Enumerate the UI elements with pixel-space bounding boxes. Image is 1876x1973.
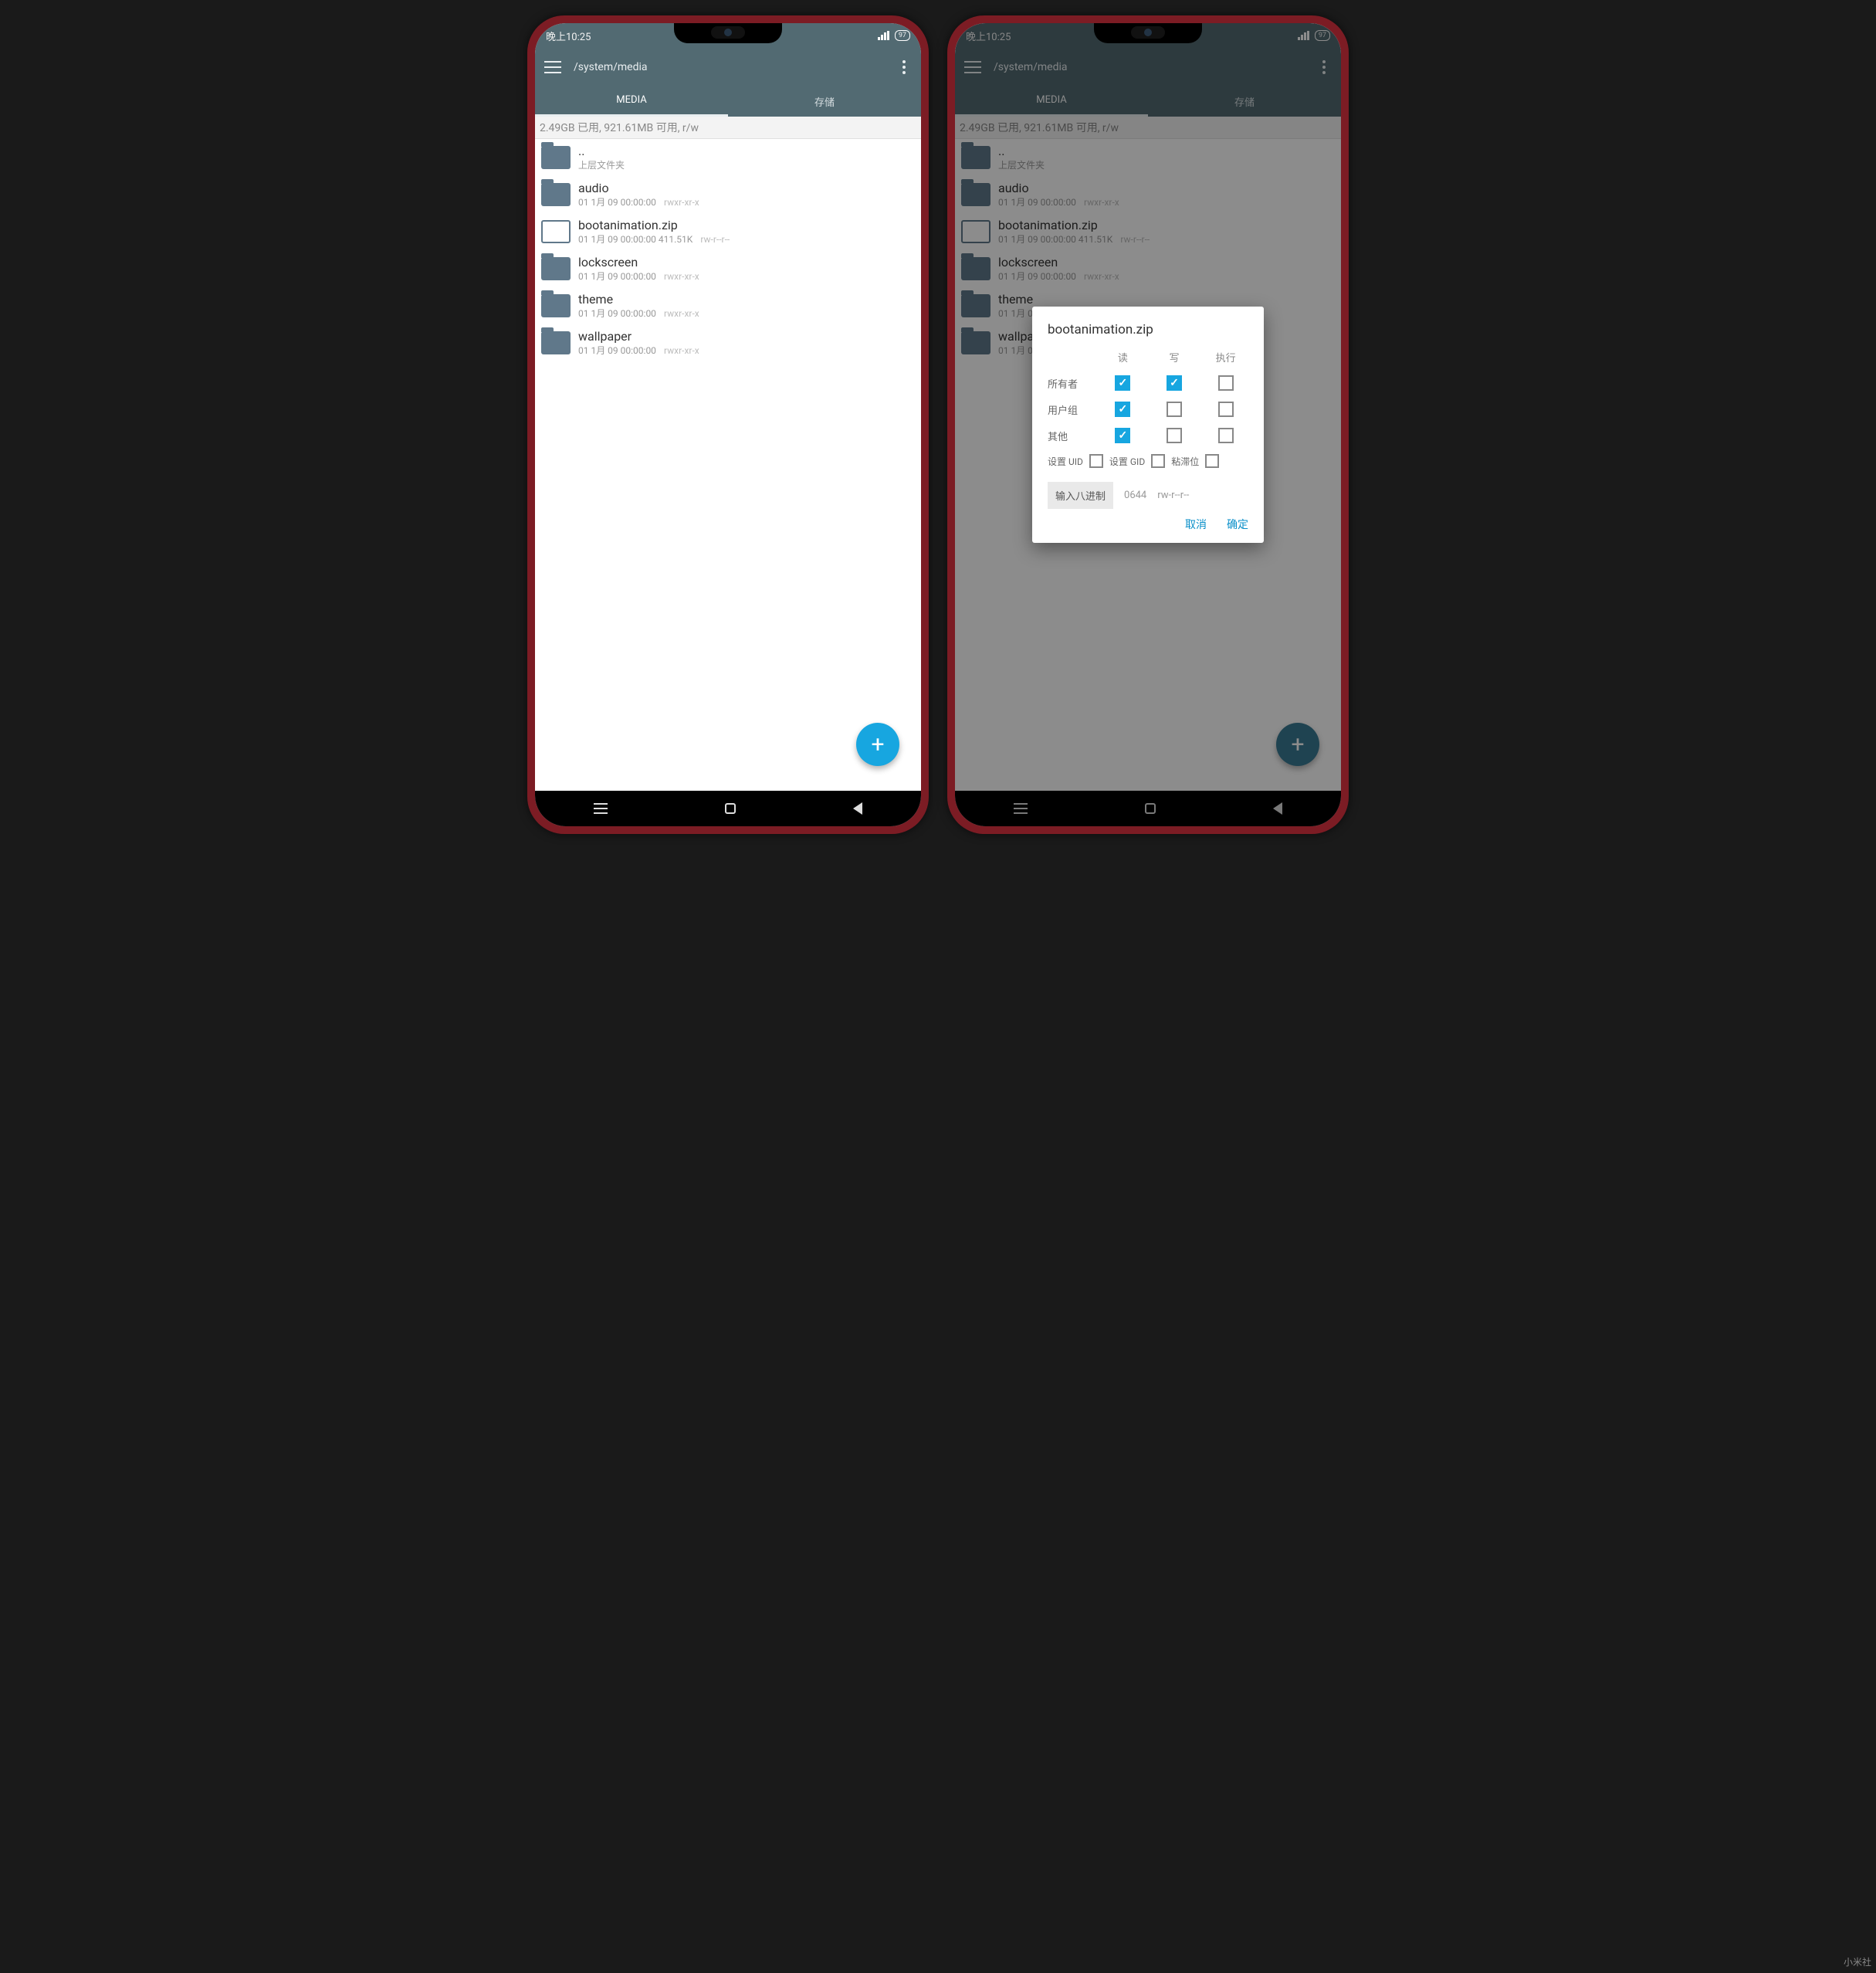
octal-input-button[interactable]: 输入八进制 <box>1048 482 1113 509</box>
perm-checkbox[interactable] <box>1115 375 1130 391</box>
android-navbar <box>535 791 921 826</box>
perm-header: 读 <box>1100 350 1146 364</box>
item-name: .. <box>578 144 915 158</box>
file-icon <box>541 220 571 243</box>
perm-checkbox[interactable] <box>1115 428 1130 443</box>
item-sub: 01 1月 09 00:00:00rwxr-xr-x <box>578 307 915 320</box>
file-list[interactable]: ..上层文件夹audio01 1月 09 00:00:00rwxr-xr-xbo… <box>535 139 921 791</box>
flag-sticky-label: 粘滞位 <box>1171 455 1199 468</box>
flag-uid-checkbox[interactable] <box>1089 454 1103 468</box>
list-item[interactable]: ..上层文件夹 <box>535 139 921 176</box>
phone-left: 晚上10:25 97 /system/media MEDIA 存储 2.49GB… <box>527 15 929 834</box>
perm-row-label: 所有者 <box>1048 376 1094 391</box>
perm-row-label: 其他 <box>1048 429 1094 443</box>
status-time: 晚上10:25 <box>546 29 591 43</box>
ok-button[interactable]: 确定 <box>1227 517 1248 532</box>
item-sub: 01 1月 09 00:00:00rwxr-xr-x <box>578 195 915 208</box>
tab-storage[interactable]: 存储 <box>728 86 921 117</box>
menu-icon[interactable] <box>544 61 561 73</box>
list-item[interactable]: bootanimation.zip01 1月 09 00:00:00 411.5… <box>535 213 921 250</box>
folder-icon <box>541 183 571 206</box>
item-sub: 上层文件夹 <box>578 158 915 171</box>
perm-header: 写 <box>1152 350 1197 364</box>
perm-checkbox[interactable] <box>1218 375 1234 391</box>
phone-right: 晚上10:25 97 /system/media MEDIA 存储 2.49GB… <box>947 15 1349 834</box>
perm-checkbox[interactable] <box>1218 402 1234 417</box>
item-name: audio <box>578 181 915 195</box>
nav-back[interactable] <box>853 802 862 815</box>
item-sub: 01 1月 09 00:00:00 411.51Krw-r--r-- <box>578 232 915 246</box>
flag-sticky-checkbox[interactable] <box>1205 454 1219 468</box>
battery-indicator: 97 <box>895 30 910 41</box>
octal-perm-string: rw-r--r-- <box>1157 490 1189 501</box>
nav-recent[interactable] <box>594 808 608 809</box>
folder-icon <box>541 294 571 317</box>
perm-row-label: 用户组 <box>1048 402 1094 417</box>
dialog-title: bootanimation.zip <box>1048 322 1248 337</box>
permissions-dialog: bootanimation.zip 读写执行所有者用户组其他 设置 UID 设置… <box>1032 307 1264 543</box>
perm-checkbox[interactable] <box>1167 375 1182 391</box>
item-sub: 01 1月 09 00:00:00rwxr-xr-x <box>578 344 915 357</box>
nav-home[interactable] <box>725 803 736 814</box>
cancel-button[interactable]: 取消 <box>1185 517 1207 532</box>
item-name: lockscreen <box>578 255 915 270</box>
list-item[interactable]: wallpaper01 1月 09 00:00:00rwxr-xr-x <box>535 324 921 361</box>
item-sub: 01 1月 09 00:00:00rwxr-xr-x <box>578 270 915 283</box>
fab-add[interactable]: + <box>856 723 899 766</box>
item-name: wallpaper <box>578 329 915 344</box>
more-icon[interactable] <box>896 60 912 74</box>
folder-icon <box>541 146 571 169</box>
signal-icon <box>878 31 890 40</box>
perm-checkbox[interactable] <box>1167 428 1182 443</box>
flag-uid-label: 设置 UID <box>1048 455 1083 468</box>
octal-value: 0644 <box>1124 490 1146 501</box>
perm-checkbox[interactable] <box>1167 402 1182 417</box>
perm-checkbox[interactable] <box>1218 428 1234 443</box>
perm-header: 执行 <box>1203 350 1248 364</box>
list-item[interactable]: theme01 1月 09 00:00:00rwxr-xr-x <box>535 287 921 324</box>
modal-overlay[interactable]: bootanimation.zip 读写执行所有者用户组其他 设置 UID 设置… <box>955 23 1341 826</box>
item-name: theme <box>578 292 915 307</box>
folder-icon <box>541 331 571 354</box>
perm-checkbox[interactable] <box>1115 402 1130 417</box>
flag-gid-checkbox[interactable] <box>1151 454 1165 468</box>
path-title: /system/media <box>574 61 884 73</box>
folder-icon <box>541 257 571 280</box>
item-name: bootanimation.zip <box>578 218 915 232</box>
watermark: 小米社 <box>1844 1955 1871 1968</box>
permissions-grid: 读写执行所有者用户组其他 <box>1048 350 1248 443</box>
flag-gid-label: 设置 GID <box>1109 455 1145 468</box>
storage-summary: 2.49GB 已用, 921.61MB 可用, r/w <box>535 117 921 139</box>
list-item[interactable]: lockscreen01 1月 09 00:00:00rwxr-xr-x <box>535 250 921 287</box>
list-item[interactable]: audio01 1月 09 00:00:00rwxr-xr-x <box>535 176 921 213</box>
tab-media[interactable]: MEDIA <box>535 86 728 117</box>
